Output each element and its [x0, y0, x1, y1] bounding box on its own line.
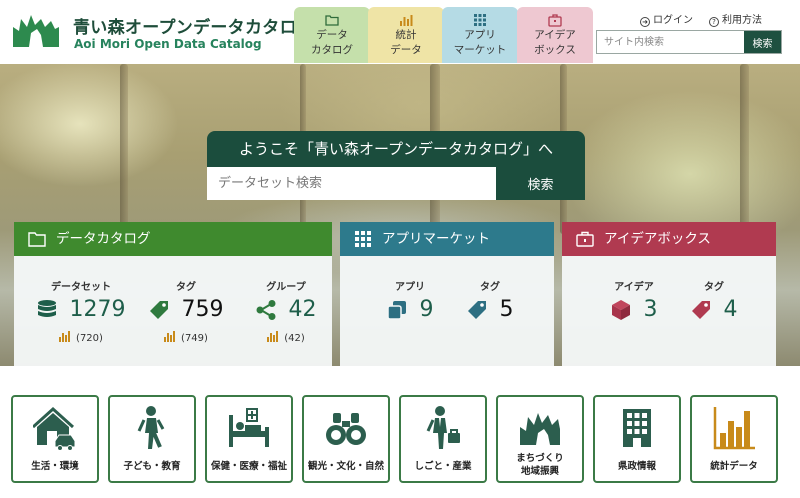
category-label: 保健・医療・福祉: [210, 461, 287, 472]
stat-label: タグ: [704, 282, 724, 293]
idea-box-card: アイデアボックス アイデア 3 タグ 4: [562, 222, 776, 366]
site-search-button[interactable]: 検索: [744, 31, 781, 53]
tree-trunk: [740, 64, 749, 234]
category-tile-children-education[interactable]: 子ども・教育: [108, 395, 196, 483]
site-header: 青い森オープンデータカタログ Aoi Mori Open Data Catalo…: [0, 0, 800, 64]
tag-icon: [150, 301, 169, 319]
login-label: ログイン: [653, 15, 693, 26]
tag-icon: [468, 301, 487, 319]
nav-tab-line1: 統計: [395, 29, 417, 41]
category-label: しごと・産業: [414, 461, 472, 472]
category-label: 県政情報: [617, 461, 656, 472]
bar-chart-icon: [59, 331, 71, 342]
category-tile-town-development[interactable]: まちづくり 地域振興: [496, 395, 584, 483]
stat-sub-value: (720): [76, 333, 103, 344]
nav-tab-data-catalog[interactable]: データ カタログ: [294, 7, 370, 63]
businessman-icon: [426, 406, 460, 449]
card-title: データカタログ: [56, 231, 151, 247]
stat-value: 5: [499, 297, 514, 322]
stat-value: 9: [419, 297, 434, 322]
house-car-icon: [33, 406, 76, 451]
site-subtitle[interactable]: Aoi Mori Open Data Catalog: [74, 37, 262, 51]
nav-tab-line2: マーケット: [453, 44, 507, 56]
data-catalog-card-header[interactable]: データカタログ: [14, 222, 332, 256]
stat-value: 42: [288, 297, 317, 322]
stat-value: 4: [723, 297, 738, 322]
share-icon: [256, 300, 276, 320]
folder-icon: [28, 232, 46, 247]
grid-icon: [474, 14, 486, 26]
login-icon: ➜: [640, 17, 650, 27]
building-icon: [623, 409, 651, 447]
login-link[interactable]: ➜ ログイン: [640, 11, 693, 27]
binoculars-icon: [326, 413, 366, 445]
child-walking-icon: [137, 406, 165, 449]
category-label: 子ども・教育: [123, 461, 181, 472]
stat-value: 3: [643, 297, 658, 322]
nav-tab-idea-box[interactable]: アイデア ボックス: [517, 7, 593, 63]
category-label-line2: 地域振興: [520, 466, 559, 477]
stat-value: 759: [181, 297, 224, 322]
tag-icon: [692, 301, 711, 319]
category-tile-prefectural-info[interactable]: 県政情報: [593, 395, 681, 483]
site-search-box: 検索: [596, 30, 782, 54]
toolbox-icon: [548, 14, 562, 27]
prefecture-logo-icon[interactable]: [11, 13, 61, 49]
cube-icon: [612, 300, 631, 320]
copy-icon: [387, 301, 407, 320]
stat-value: 1279: [69, 297, 126, 322]
stat-label: タグ: [480, 282, 500, 293]
toolbox-icon: [576, 231, 594, 247]
category-tile-work-industry[interactable]: しごと・産業: [399, 395, 487, 483]
app-market-card-header[interactable]: アプリマーケット: [340, 222, 554, 256]
dataset-search-box: 検索: [207, 167, 585, 200]
category-label: 観光・文化・自然: [307, 461, 384, 472]
nav-tab-app-market[interactable]: アプリ マーケット: [442, 7, 518, 63]
nav-tab-line2: カタログ: [311, 44, 353, 56]
nav-tab-line1: アプリ: [464, 29, 496, 41]
app-market-card: アプリマーケット アプリ 9 タグ 5: [340, 222, 554, 366]
category-tile-health-medical-welfare[interactable]: 保健・医療・福祉: [205, 395, 293, 483]
category-tile-life-environment[interactable]: 生活・環境: [11, 395, 99, 483]
category-label: 生活・環境: [31, 461, 79, 472]
welcome-banner: ようこそ「青い森オープンデータカタログ」へ: [207, 131, 585, 167]
bar-chart-icon: [267, 331, 279, 342]
bar-chart-icon: [164, 331, 176, 342]
data-catalog-card: データカタログ データセット 1279 (720) タグ 759 (749) グ…: [14, 222, 332, 366]
category-label: まちづくり: [516, 453, 564, 464]
category-label: 統計データ: [710, 461, 758, 472]
nav-tab-line2: ボックス: [534, 44, 576, 56]
category-tile-statistics[interactable]: 統計データ: [690, 395, 778, 483]
stat-sub-value: (749): [181, 333, 208, 344]
card-title: アプリマーケット: [382, 231, 490, 247]
nav-tab-line1: データ: [316, 29, 348, 41]
idea-box-card-header[interactable]: アイデアボックス: [562, 222, 776, 256]
bar-chart-icon: [713, 407, 755, 450]
stat-label: グループ: [266, 282, 306, 293]
stat-sub-value: (42): [284, 333, 305, 344]
tree-trunk: [120, 64, 128, 234]
nav-tab-line2: データ: [390, 44, 422, 56]
stat-label: タグ: [176, 282, 196, 293]
folder-icon: [325, 15, 339, 26]
stat-label: データセット: [51, 282, 111, 293]
stat-label: アイデア: [614, 282, 654, 293]
prefecture-map-icon: [520, 413, 560, 445]
help-label: 利用方法: [722, 15, 762, 26]
nav-tab-statistics[interactable]: 統計 データ: [368, 7, 444, 63]
grid-icon: [355, 231, 371, 247]
help-link[interactable]: ? 利用方法: [709, 11, 762, 27]
dataset-search-button[interactable]: 検索: [496, 167, 585, 200]
hospital-bed-icon: [229, 408, 269, 447]
nav-tab-line1: アイデア: [534, 29, 576, 41]
dataset-search-input[interactable]: [207, 167, 496, 200]
question-icon: ?: [709, 17, 719, 27]
site-title[interactable]: 青い森オープンデータカタログ: [73, 13, 314, 38]
site-search-input[interactable]: [597, 31, 745, 53]
bar-chart-icon: [400, 15, 413, 26]
database-icon: [38, 300, 57, 317]
card-title: アイデアボックス: [604, 231, 711, 247]
category-tile-tourism-culture-nature[interactable]: 観光・文化・自然: [302, 395, 390, 483]
stat-label: アプリ: [395, 282, 425, 293]
